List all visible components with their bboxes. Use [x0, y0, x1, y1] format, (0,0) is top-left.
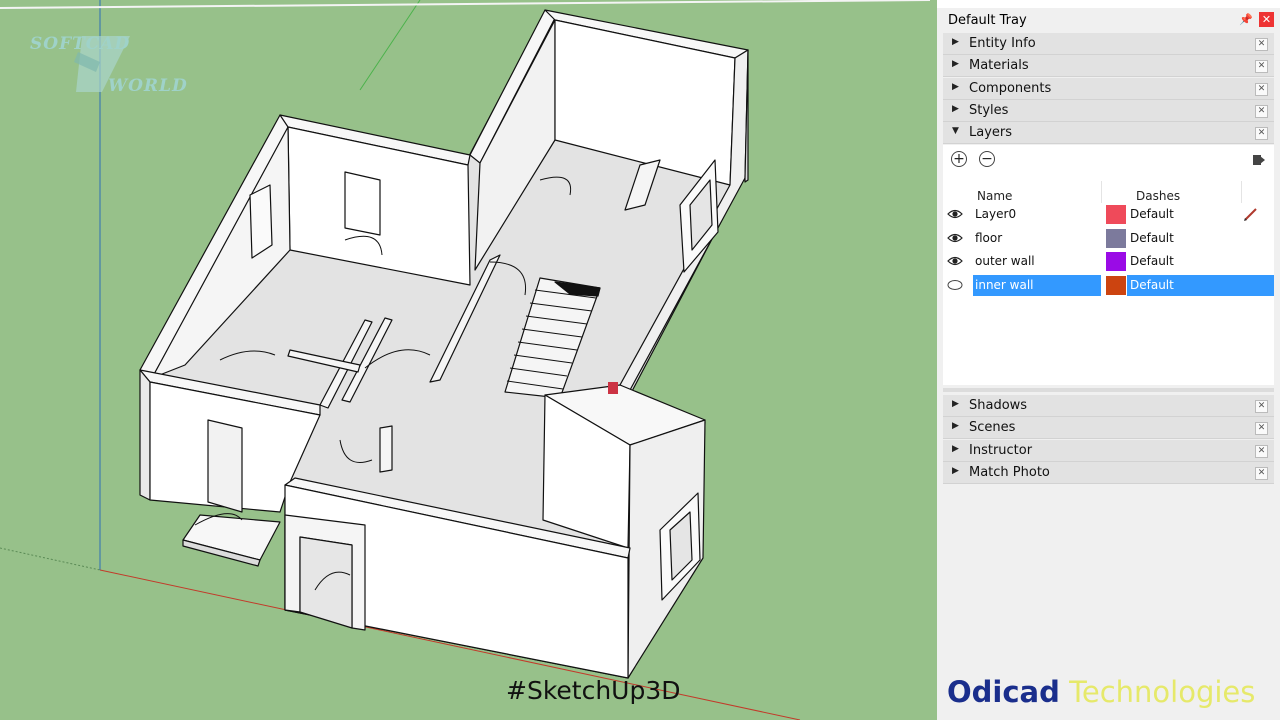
watermark-line1: SOFTCAD [30, 34, 131, 54]
layer-color-swatch[interactable] [1106, 205, 1126, 224]
close-icon[interactable]: ✕ [1255, 105, 1268, 118]
column-divider [1101, 181, 1102, 203]
close-icon[interactable]: ✕ [1255, 400, 1268, 413]
hashtag-overlay: #SketchUp3D [506, 676, 681, 705]
panel-match-photo[interactable]: ▶ Match Photo ✕ [943, 462, 1274, 484]
model-figure [608, 382, 618, 394]
panel-components[interactable]: ▶ Components ✕ [943, 78, 1274, 100]
panel-label: Match Photo [969, 465, 1050, 480]
visibility-eye-icon[interactable] [947, 255, 963, 267]
softcad-watermark: SOFTCAD WORLD [30, 32, 187, 102]
tray-top-strip [937, 0, 1280, 8]
expand-arrow-icon: ▶ [952, 82, 959, 92]
panel-scenes[interactable]: ▶ Scenes ✕ [943, 417, 1274, 439]
delete-layer-button[interactable]: − [979, 151, 995, 167]
visibility-eye-icon[interactable] [947, 208, 963, 220]
brand-part1: Odicad [947, 675, 1060, 709]
layer-name: inner wall [975, 278, 1034, 292]
panel-label: Instructor [969, 443, 1033, 458]
tray-close-button[interactable]: ✕ [1259, 12, 1274, 27]
expand-arrow-icon: ▶ [952, 466, 959, 476]
layer-color-swatch[interactable] [1106, 229, 1126, 248]
panel-layers[interactable]: ▼ Layers ✕ [943, 122, 1274, 144]
layer-row-floor[interactable]: floor Default [943, 227, 1274, 250]
tray-title: Default Tray [948, 13, 1027, 28]
expand-arrow-icon: ▶ [952, 59, 959, 69]
close-icon[interactable]: ✕ [1255, 445, 1268, 458]
layer-dashes-value: Default [1130, 207, 1174, 221]
brand-logo-text: Odicad Technologies [947, 675, 1255, 709]
close-icon[interactable]: ✕ [1255, 60, 1268, 73]
collapse-arrow-icon: ▼ [952, 126, 959, 136]
column-header-dashes[interactable]: Dashes [1136, 189, 1180, 203]
watermark-line2: WORLD [108, 76, 188, 96]
brand-part2: Technologies [1069, 675, 1256, 709]
panel-styles[interactable]: ▶ Styles ✕ [943, 100, 1274, 122]
layer-row-outer-wall[interactable]: outer wall Default [943, 250, 1274, 273]
close-icon[interactable]: ✕ [1255, 38, 1268, 51]
pin-icon[interactable]: 📌 [1239, 13, 1253, 26]
close-icon[interactable]: ✕ [1255, 83, 1268, 96]
expand-arrow-icon: ▶ [952, 421, 959, 431]
green-axis [359, 0, 421, 91]
layers-panel-body: + − Name Dashes Layer0 Default floor Def… [943, 145, 1274, 385]
green-axis-dashed [0, 547, 101, 571]
layer-row-layer0[interactable]: Layer0 Default [943, 203, 1274, 226]
layer-name: Layer0 [975, 207, 1017, 221]
panel-label: Materials [969, 58, 1029, 73]
add-layer-button[interactable]: + [951, 151, 967, 167]
model-viewport[interactable]: SOFTCAD WORLD #SketchUp3D [0, 0, 937, 720]
expand-arrow-icon: ▶ [952, 104, 959, 114]
current-layer-pencil-icon [1244, 208, 1257, 221]
layer-color-swatch[interactable] [1106, 252, 1126, 271]
expand-arrow-icon: ▶ [952, 37, 959, 47]
top-guide [0, 0, 931, 9]
panel-label: Components [969, 81, 1052, 96]
details-arrow-icon[interactable] [1252, 153, 1266, 167]
house-model-drawing [0, 0, 931, 720]
column-divider [1241, 181, 1242, 203]
close-icon[interactable]: ✕ [1255, 422, 1268, 435]
panel-label: Styles [969, 103, 1009, 118]
panel-entity-info[interactable]: ▶ Entity Info ✕ [943, 33, 1274, 55]
visibility-eye-closed-icon[interactable] [947, 279, 963, 291]
panel-materials[interactable]: ▶ Materials ✕ [943, 55, 1274, 77]
panel-label: Layers [969, 125, 1013, 140]
panel-splitter[interactable] [943, 388, 1274, 392]
column-header-name[interactable]: Name [977, 189, 1012, 203]
panel-label: Entity Info [969, 36, 1036, 51]
panel-instructor[interactable]: ▶ Instructor ✕ [943, 440, 1274, 462]
panel-shadows[interactable]: ▶ Shadows ✕ [943, 395, 1274, 417]
layer-dashes-value: Default [1130, 231, 1174, 245]
default-tray: Default Tray 📌 ✕ ▶ Entity Info ✕ ▶ Mater… [937, 0, 1280, 720]
layer-dashes-value: Default [1130, 254, 1174, 268]
layer-row-inner-wall[interactable]: inner wall Default [943, 274, 1274, 297]
layer-dashes-value: Default [1130, 278, 1174, 292]
visibility-eye-icon[interactable] [947, 232, 963, 244]
expand-arrow-icon: ▶ [952, 444, 959, 454]
close-icon[interactable]: ✕ [1255, 467, 1268, 480]
layer-name: outer wall [975, 254, 1035, 268]
close-icon[interactable]: ✕ [1255, 127, 1268, 140]
expand-arrow-icon: ▶ [952, 399, 959, 409]
panel-label: Shadows [969, 398, 1028, 413]
layer-color-swatch[interactable] [1106, 276, 1126, 295]
layer-name: floor [975, 231, 1003, 245]
tray-titlebar: Default Tray 📌 ✕ [943, 10, 1274, 30]
panel-label: Scenes [969, 420, 1016, 435]
